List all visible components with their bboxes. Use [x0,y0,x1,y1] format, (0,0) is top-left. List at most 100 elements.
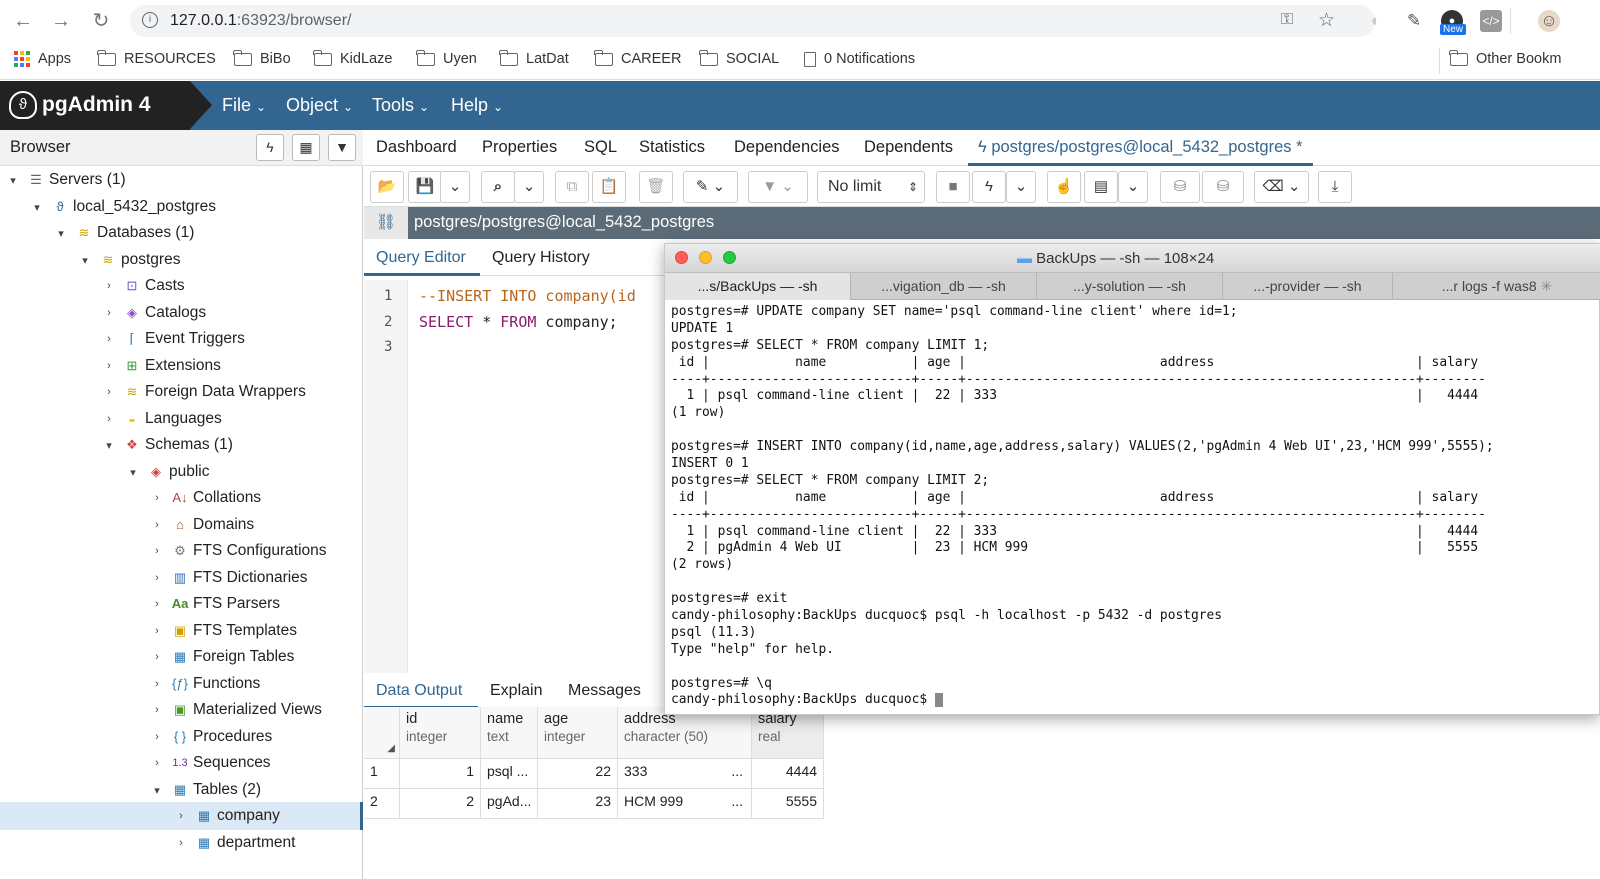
chevron-down-icon[interactable]: ⌄ [1006,171,1036,203]
bookmark-folder[interactable]: BiBo [233,49,291,67]
cell-address[interactable]: HCM 999... [618,789,752,819]
tree-node-catalogs[interactable]: › ◈ Catalogs [102,300,206,326]
tree-node-functions[interactable]: › {ƒ} Functions [150,671,260,697]
chevron-down-icon[interactable]: ⌄ [514,171,544,203]
bookmark-folder[interactable]: CAREER [594,49,681,67]
connection-status-icon[interactable]: ⛓ [364,207,408,239]
tab-query-tool[interactable]: ϟ postgres/postgres@local_5432_postgres … [968,130,1313,166]
menu-help[interactable]: Help ⌄ [451,95,503,116]
commit-icon[interactable]: ⛁ [1160,171,1200,203]
column-header-name[interactable]: name text [481,707,538,759]
limit-select[interactable]: No limit ⇕ [817,171,925,203]
explain-analyze-icon[interactable]: ▤ [1084,171,1118,203]
terminal-tab[interactable]: ...vigation_db — -sh [851,273,1037,300]
column-header-age[interactable]: age integer [538,707,618,759]
key-icon[interactable]: ⚿ [1281,11,1293,29]
view-data-icon[interactable]: ▦ [292,134,320,161]
extension-icon[interactable]: ✎ [1403,10,1425,32]
chevron-down-icon[interactable]: ⌄ [1118,171,1148,203]
sql-editor[interactable]: 1 2 3 --INSERT INTO company(id SELECT * … [364,280,664,674]
cell-salary[interactable]: 4444 [752,759,824,789]
cell-age[interactable]: 23 [538,789,618,819]
rollback-icon[interactable]: ⛁ [1202,171,1244,203]
info-icon[interactable]: i [142,12,158,28]
bookmark-folder[interactable]: LatDat [499,49,569,67]
row-number[interactable]: 1 [364,759,400,789]
cell-name[interactable]: psql ... [481,759,538,789]
bookmark-folder[interactable]: RESOURCES [97,49,216,67]
minimize-icon[interactable] [699,251,712,264]
execute-icon[interactable]: ϟ [972,171,1006,203]
tree-node-department[interactable]: › ▦ department [174,830,295,856]
column-header-id[interactable]: id integer [400,707,481,759]
close-icon[interactable] [675,251,688,264]
stop-icon[interactable]: ■ [936,171,970,203]
tree-node-fts-dictionaries[interactable]: › ▥ FTS Dictionaries [150,565,307,591]
cell-name[interactable]: pgAd... [481,789,538,819]
bookmark-folder[interactable]: Uyen [416,49,477,67]
tab-properties[interactable]: Properties [482,138,557,157]
tab-statistics[interactable]: Statistics [639,138,705,157]
menu-object[interactable]: Object ⌄ [286,95,353,116]
forward-arrow-icon[interactable]: → [48,8,74,34]
tree-node-company[interactable]: › ▦ company [174,803,280,829]
tree-node-materialized-views[interactable]: › ▣ Materialized Views [150,697,322,723]
tab-sql[interactable]: SQL [584,138,617,157]
tree-node-server[interactable]: ▾ ϑ local_5432_postgres [30,194,216,220]
chevron-down-icon[interactable]: ⌄ [440,171,470,203]
tree-node-collations[interactable]: › A↓ Collations [150,485,261,511]
tree-node-event-triggers[interactable]: › ⌈ Event Triggers [102,326,245,352]
tree-node-domains[interactable]: › ⌂ Domains [150,512,254,538]
tree-node-tables[interactable]: ▾ ▦ Tables (2) [150,777,261,803]
tree-node-languages[interactable]: › ◒ Languages [102,406,222,432]
reload-icon[interactable]: ↻ [88,8,114,34]
paste-icon[interactable]: 📋 [592,171,626,203]
bookmark-folder[interactable]: SOCIAL [699,49,779,67]
search-icon[interactable]: ⌕ [481,171,515,203]
copy-icon[interactable]: ⧉ [555,171,589,203]
extension-icon[interactable]: </> [1480,10,1502,32]
bookmark-folder[interactable]: KidLaze [313,49,392,67]
address-bar[interactable]: i 127.0.0.1:63923/browser/ ⚿ ☆ [130,5,1375,37]
row-number[interactable]: 2 [364,789,400,819]
extension-icon[interactable]: ◐ [1365,10,1387,32]
tab-query-history[interactable]: Query History [492,249,590,267]
tab-dependents[interactable]: Dependents [864,138,953,157]
tree-node-casts[interactable]: › ⊡ Casts [102,273,184,299]
tree-node-public[interactable]: ▾ ◈ public [126,459,209,485]
bookmark-other[interactable]: Other Bookm [1449,49,1561,67]
cell-id[interactable]: 1 [400,759,481,789]
terminal-tab[interactable]: ...s/BackUps — -sh [665,273,851,300]
bookmark-notifications[interactable]: 0 Notifications [804,51,915,67]
tab-messages[interactable]: Messages [568,682,641,700]
tab-data-output[interactable]: Data Output [364,673,478,709]
tree-node-servers[interactable]: ▾ ☰ Servers (1) [6,167,125,193]
tab-explain[interactable]: Explain [490,682,542,700]
avatar[interactable]: ☺ [1538,10,1560,32]
cell-age[interactable]: 22 [538,759,618,789]
cell-id[interactable]: 2 [400,789,481,819]
terminal-titlebar[interactable]: ▬ BackUps — -sh — 108×24 [665,244,1600,273]
tree-node-extensions[interactable]: › ⊞ Extensions [102,353,221,379]
tree-node-fts-parsers[interactable]: › Aa FTS Parsers [150,591,280,617]
terminal-output[interactable]: postgres=# UPDATE company SET name='psql… [671,304,1599,709]
menu-file[interactable]: File ⌄ [222,95,266,116]
edit-icon[interactable]: ✎ ⌄ [683,171,738,203]
connection-label[interactable]: postgres/postgres@local_5432_postgres [414,213,714,232]
tab-dependencies[interactable]: Dependencies [734,138,840,157]
open-file-icon[interactable]: 📂 [370,171,404,203]
save-icon[interactable]: 💾 [408,171,442,203]
filter-icon[interactable]: ▼ ⌄ [748,171,808,203]
menu-tools[interactable]: Tools ⌄ [372,95,429,116]
tree-node-procedures[interactable]: › { } Procedures [150,724,272,750]
tree-node-sequences[interactable]: › 1.3 Sequences [150,750,270,776]
cell-salary[interactable]: 5555 [752,789,824,819]
filter-icon[interactable]: ▼ [328,134,356,161]
tree-node-fts-configurations[interactable]: › ⚙ FTS Configurations [150,538,326,564]
cell-address[interactable]: 333... [618,759,752,789]
tree-node-schemas[interactable]: ▾ ❖ Schemas (1) [102,432,233,458]
bookmark-apps[interactable]: Apps [14,51,71,67]
grid-corner[interactable]: ◢ [364,707,400,759]
back-arrow-icon[interactable]: ← [10,8,36,34]
tree-node-foreign-tables[interactable]: › ▦ Foreign Tables [150,644,294,670]
